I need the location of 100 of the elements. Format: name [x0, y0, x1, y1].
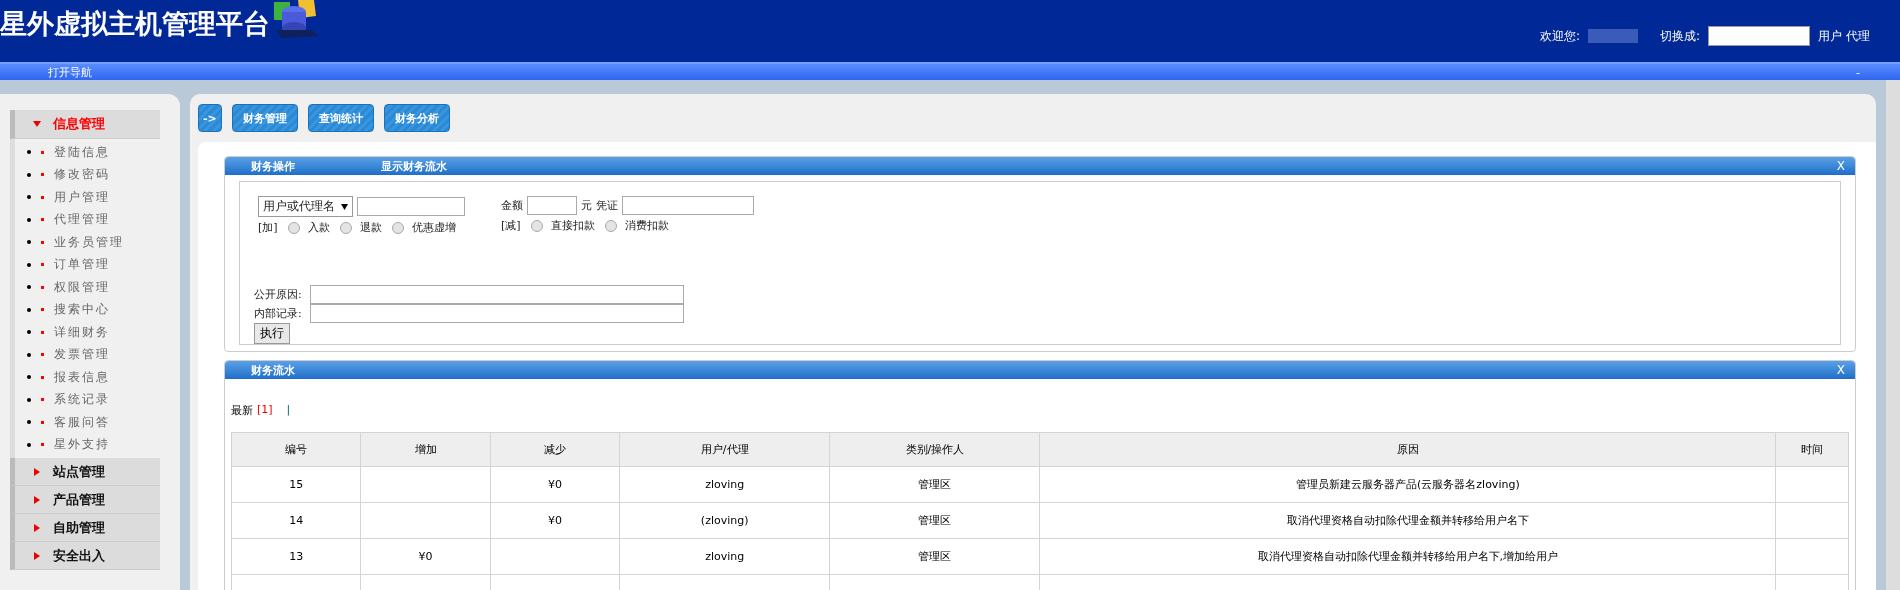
table-cell: ¥0: [360, 538, 491, 575]
menu-item[interactable]: 搜索中心: [54, 301, 110, 319]
bullet-icon: [27, 150, 31, 155]
bullet-icon: [27, 262, 31, 267]
toolbar-button[interactable]: 查询统计: [307, 104, 374, 132]
column-header: 编号: [231, 432, 361, 467]
amount-input[interactable]: [527, 196, 577, 215]
execute-button[interactable]: 执行: [254, 323, 290, 344]
pager-separator: |: [286, 403, 291, 418]
menu-item[interactable]: 订单管理: [54, 256, 110, 274]
close-button[interactable]: X: [1836, 363, 1845, 377]
collapse-link[interactable]: -: [1856, 65, 1860, 79]
page-link[interactable]: [1]: [257, 403, 273, 418]
caret-right-icon: [33, 523, 41, 532]
table-cell: 取消代理资格自动扣除代理金额并转移给用户名下: [1040, 502, 1776, 539]
toggle-button[interactable]: ->: [198, 104, 222, 132]
table-cell: 管理区: [829, 538, 1040, 575]
square-bullet-icon: [41, 285, 44, 289]
square-bullet-icon: [41, 173, 44, 177]
switch-link[interactable]: 代理: [1846, 27, 1870, 45]
table-cell: 15: [231, 466, 361, 503]
menu-item[interactable]: 权限管理: [54, 278, 110, 296]
latest-label: 最新: [231, 403, 253, 418]
column-header: 原因: [1040, 432, 1776, 467]
menu-item[interactable]: 修改密码: [54, 166, 110, 184]
bullet-icon: [27, 307, 31, 312]
radio-label: 入款: [307, 220, 330, 235]
column-header: 增加: [360, 432, 491, 467]
radio-button[interactable]: [339, 221, 352, 234]
table-cell: 管理区: [829, 466, 1040, 503]
menu-item[interactable]: 系统记录: [54, 391, 110, 409]
menu-item[interactable]: 发票管理: [54, 346, 110, 364]
square-bullet-icon: [41, 263, 44, 267]
menu-group[interactable]: 站点管理: [10, 458, 160, 486]
bullet-icon: [27, 442, 31, 447]
switch-label: 切换成:: [1659, 27, 1700, 45]
caret-right-icon: [33, 495, 41, 504]
dropdown-caret-icon: [341, 203, 348, 210]
menu-group[interactable]: 产品管理: [10, 486, 160, 514]
caret-right-icon: [33, 467, 41, 476]
card-tab[interactable]: 财务操作: [251, 158, 381, 174]
menu-item[interactable]: 星外支持: [54, 436, 110, 454]
user-select[interactable]: 用户或代理名: [258, 196, 353, 217]
caret-right-icon: [33, 551, 41, 560]
menu-item[interactable]: 代理管理: [54, 211, 110, 229]
switch-link[interactable]: 用户: [1818, 27, 1842, 45]
radio-label: 退款: [359, 220, 382, 235]
table-cell: (zloving): [619, 502, 830, 539]
menu-item[interactable]: 报表信息: [54, 368, 110, 386]
switch-field[interactable]: [1708, 26, 1810, 46]
square-bullet-icon: [41, 398, 44, 402]
voucher-input[interactable]: [622, 196, 754, 215]
scrollbar[interactable]: [1886, 80, 1900, 590]
square-bullet-icon: [41, 218, 44, 222]
table-cell: ¥0: [490, 466, 620, 503]
card-tab[interactable]: 显示财务流水: [381, 158, 511, 174]
column-header: 类别/操作人: [829, 432, 1040, 467]
radio-button[interactable]: [530, 219, 543, 232]
table-cell: ¥0: [490, 502, 620, 539]
radio-button[interactable]: [604, 219, 617, 232]
menu-item[interactable]: 客服问答: [54, 413, 110, 431]
table-cell: 14: [231, 502, 361, 539]
radio-label: 直接扣款: [550, 218, 595, 233]
menu-item[interactable]: 业务员管理: [54, 233, 124, 251]
square-bullet-icon: [41, 240, 44, 244]
square-bullet-icon: [41, 330, 44, 334]
bullet-icon: [27, 172, 31, 177]
bullet-icon: [27, 375, 31, 380]
close-button[interactable]: X: [1836, 159, 1845, 173]
open-nav-link[interactable]: 打开导航: [48, 64, 92, 80]
menu-group[interactable]: 信息管理: [10, 110, 160, 139]
public-reason-input[interactable]: [310, 285, 684, 304]
bullet-icon: [27, 420, 31, 425]
menu-item[interactable]: 详细财务: [54, 323, 110, 341]
user-input[interactable]: [357, 197, 465, 216]
menu-item[interactable]: 登陆信息: [54, 143, 110, 161]
radio-label: 优惠虚增: [411, 220, 456, 235]
menu-group[interactable]: 自助管理: [10, 514, 160, 542]
voucher-label: 凭证: [596, 198, 618, 213]
blurred-username: [1587, 29, 1638, 43]
welcome-label: 欢迎您:: [1539, 27, 1580, 45]
radio-label: 消费扣款: [624, 218, 669, 233]
bullet-icon: [27, 397, 31, 402]
internal-note-input[interactable]: [310, 304, 684, 323]
table-cell: 管理区: [829, 502, 1040, 539]
square-bullet-icon: [41, 375, 44, 379]
radio-button[interactable]: [287, 221, 300, 234]
bullet-icon: [27, 330, 31, 335]
menu-group[interactable]: 安全出入: [10, 542, 160, 570]
square-bullet-icon: [41, 308, 44, 312]
square-bullet-icon: [41, 353, 44, 357]
toolbar-button[interactable]: 财务管理: [231, 104, 298, 132]
square-bullet-icon: [41, 150, 44, 154]
add-label: [加]: [258, 220, 278, 235]
menu-item[interactable]: 用户管理: [54, 188, 110, 206]
radio-button[interactable]: [391, 221, 404, 234]
bullet-icon: [27, 352, 31, 357]
public-reason-label: 公开原因:: [254, 287, 303, 302]
table-cell: zloving: [619, 538, 830, 575]
toolbar-button[interactable]: 财务分析: [383, 104, 450, 132]
